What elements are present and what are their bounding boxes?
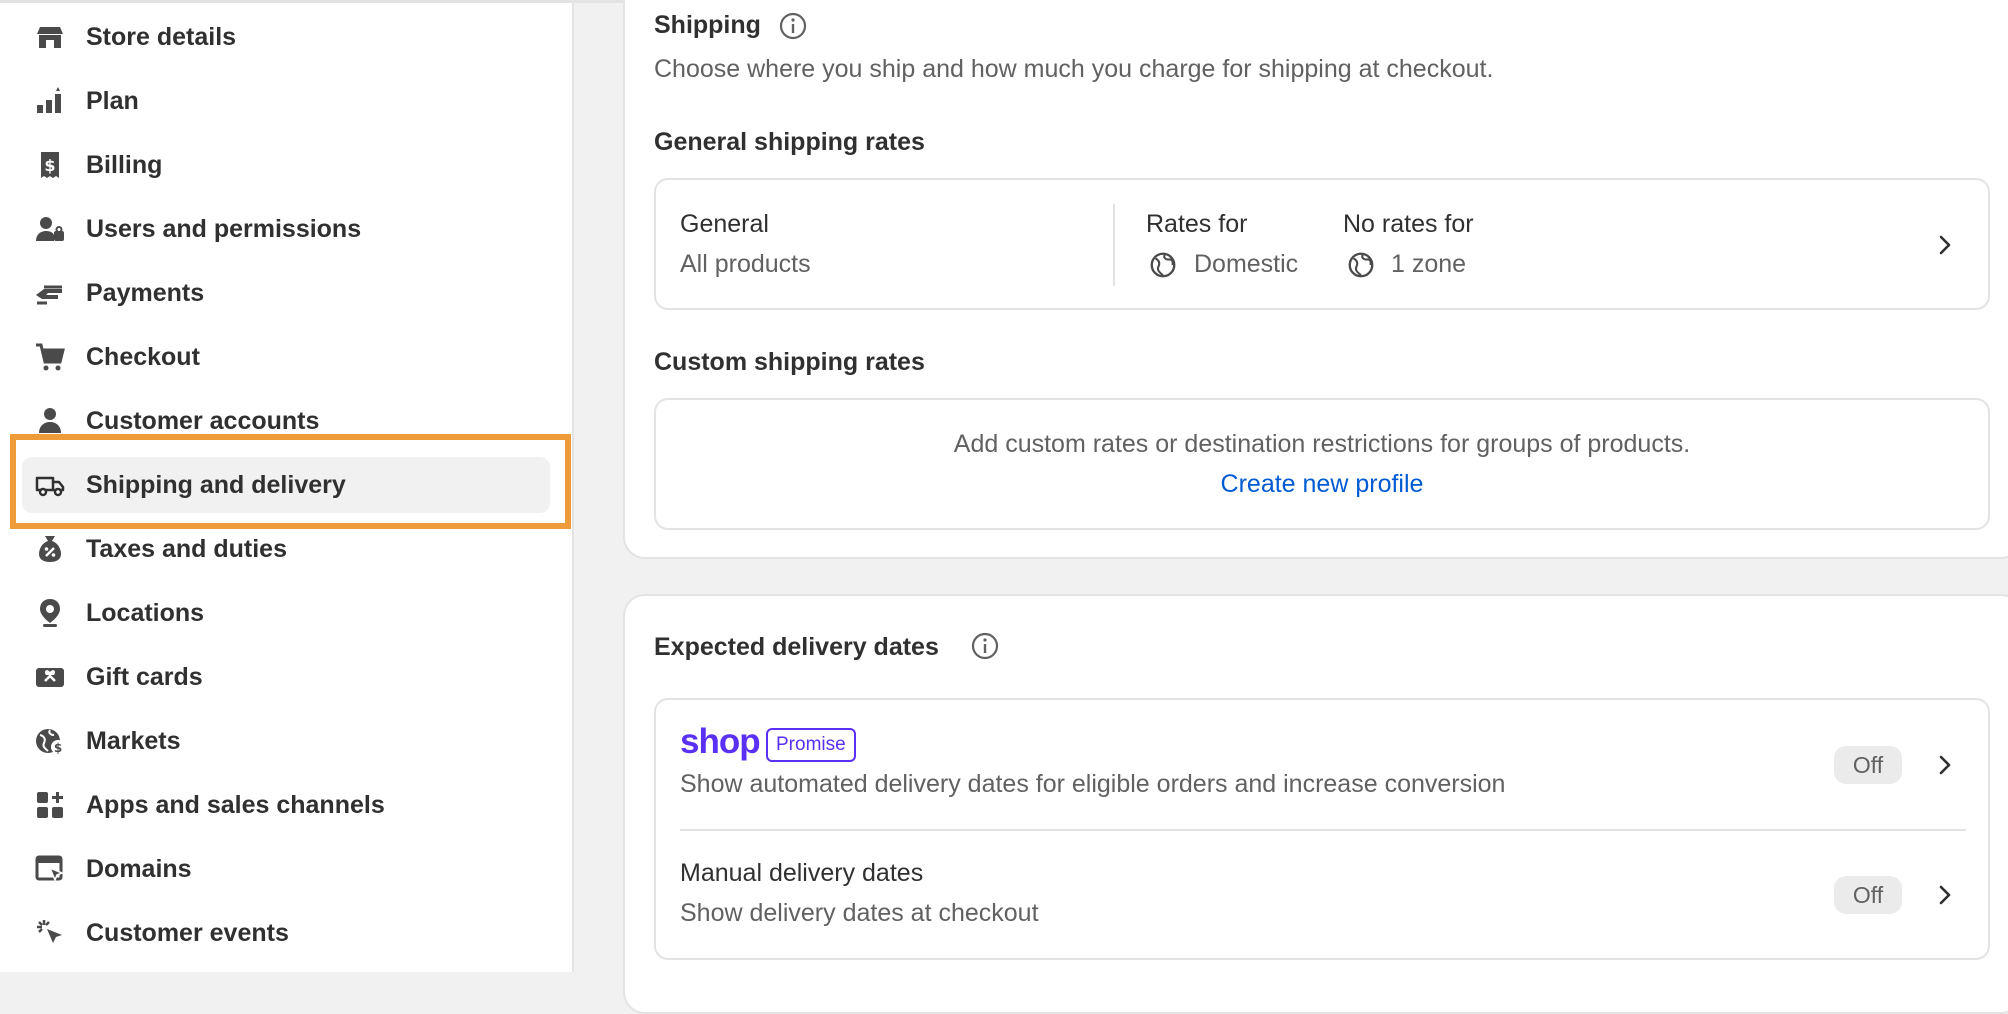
info-icon[interactable]	[777, 10, 809, 42]
status-badge: Off	[1834, 746, 1902, 784]
shop-promise-row[interactable]: shop Promise Show automated delivery dat…	[656, 700, 1988, 830]
sidebar-item-label: Apps and sales channels	[86, 791, 385, 819]
no-rates-for-label: No rates for	[1343, 210, 1474, 238]
globe-icon	[1148, 250, 1178, 285]
custom-rates-box: Add custom rates or destination restrict…	[654, 398, 1990, 530]
payments-icon	[34, 277, 66, 309]
promise-badge: Promise	[766, 728, 856, 762]
sidebar-item-billing[interactable]: $ Billing	[22, 137, 550, 193]
chevron-right-icon	[1932, 882, 1958, 908]
users-icon	[34, 213, 66, 245]
billing-icon: $	[34, 149, 66, 181]
shipping-description: Choose where you ship and how much you c…	[654, 55, 1494, 83]
manual-delivery-title: Manual delivery dates	[680, 859, 924, 887]
sidebar-item-domains[interactable]: Domains	[22, 841, 550, 897]
sidebar-item-taxes-and-duties[interactable]: Taxes and duties	[22, 521, 550, 577]
domains-icon	[34, 853, 66, 885]
sidebar-item-label: Customer events	[86, 919, 289, 947]
manual-delivery-row[interactable]: Manual delivery dates Show delivery date…	[656, 831, 1988, 960]
globe-dollar-icon: $	[34, 725, 66, 757]
sidebar-item-store-details[interactable]: Store details	[22, 9, 550, 65]
divider	[1113, 204, 1115, 286]
profile-products: All products	[680, 250, 811, 278]
sidebar-item-customer-events[interactable]: Customer events	[22, 905, 550, 961]
sidebar-item-users-and-permissions[interactable]: Users and permissions	[22, 201, 550, 257]
sidebar-item-label: Shipping and delivery	[86, 471, 346, 499]
sidebar-item-label: Taxes and duties	[86, 535, 287, 563]
shop-logo: shop	[680, 722, 761, 761]
shipping-title: Shipping	[654, 11, 761, 39]
sidebar-item-label: Users and permissions	[86, 215, 362, 243]
custom-rates-text: Add custom rates or destination restrict…	[953, 430, 1691, 458]
globe-icon	[1346, 250, 1376, 285]
plan-icon	[34, 85, 66, 117]
sidebar-item-markets[interactable]: $ Markets	[22, 713, 550, 769]
manual-delivery-description: Show delivery dates at checkout	[680, 899, 1039, 927]
sidebar-item-label: Gift cards	[86, 663, 203, 691]
cursor-click-icon	[34, 917, 66, 949]
sidebar-item-label: Customer accounts	[86, 407, 320, 435]
svg-text:$: $	[54, 741, 62, 755]
delivery-options-box: shop Promise Show automated delivery dat…	[654, 698, 1990, 960]
sidebar-item-label: Checkout	[86, 343, 200, 371]
info-icon[interactable]	[969, 630, 1001, 662]
sidebar-item-label: Store details	[86, 23, 237, 51]
sidebar-item-label: Domains	[86, 855, 192, 883]
sidebar-item-shipping-and-delivery[interactable]: Shipping and delivery	[22, 457, 550, 513]
sidebar-item-label: Locations	[86, 599, 205, 627]
status-badge: Off	[1834, 876, 1902, 914]
tax-icon	[34, 533, 66, 565]
sidebar-item-label: Markets	[86, 727, 181, 755]
sidebar-item-payments[interactable]: Payments	[22, 265, 550, 321]
sidebar-item-label: Payments	[86, 279, 205, 307]
truck-icon	[34, 469, 66, 501]
rates-for-label: Rates for	[1146, 210, 1248, 238]
sidebar-item-plan[interactable]: Plan	[22, 73, 550, 129]
profile-name: General	[680, 210, 769, 238]
expected-delivery-title: Expected delivery dates	[654, 633, 939, 661]
custom-shipping-rates-heading: Custom shipping rates	[654, 348, 925, 376]
no-rates-for-value: 1 zone	[1391, 250, 1467, 278]
settings-sidebar: Store details Plan $ Billing Users and p…	[0, 3, 574, 972]
person-icon	[34, 405, 66, 437]
sidebar-item-locations[interactable]: Locations	[22, 585, 550, 641]
sidebar-item-label: Billing	[86, 151, 163, 179]
chevron-right-icon	[1932, 752, 1958, 778]
cart-icon	[34, 341, 66, 373]
sidebar-item-gift-cards[interactable]: Gift cards	[22, 649, 550, 705]
sidebar-item-customer-accounts[interactable]: Customer accounts	[22, 393, 550, 449]
create-new-profile-link[interactable]: Create new profile	[1221, 470, 1424, 498]
location-pin-icon	[34, 597, 66, 629]
sidebar-item-checkout[interactable]: Checkout	[22, 329, 550, 385]
store-icon	[34, 21, 66, 53]
sidebar-item-label: Plan	[86, 87, 139, 115]
general-shipping-rates-heading: General shipping rates	[654, 128, 925, 156]
apps-icon	[34, 789, 66, 821]
general-rates-row[interactable]: General All products Rates for Domestic …	[654, 178, 1990, 310]
chevron-right-icon	[1932, 232, 1958, 258]
sidebar-item-apps-and-sales-channels[interactable]: Apps and sales channels	[22, 777, 550, 833]
gift-card-icon	[34, 661, 66, 693]
shop-promise-description: Show automated delivery dates for eligib…	[680, 770, 1506, 798]
rates-for-value: Domestic	[1194, 250, 1299, 278]
svg-text:$: $	[44, 156, 55, 175]
